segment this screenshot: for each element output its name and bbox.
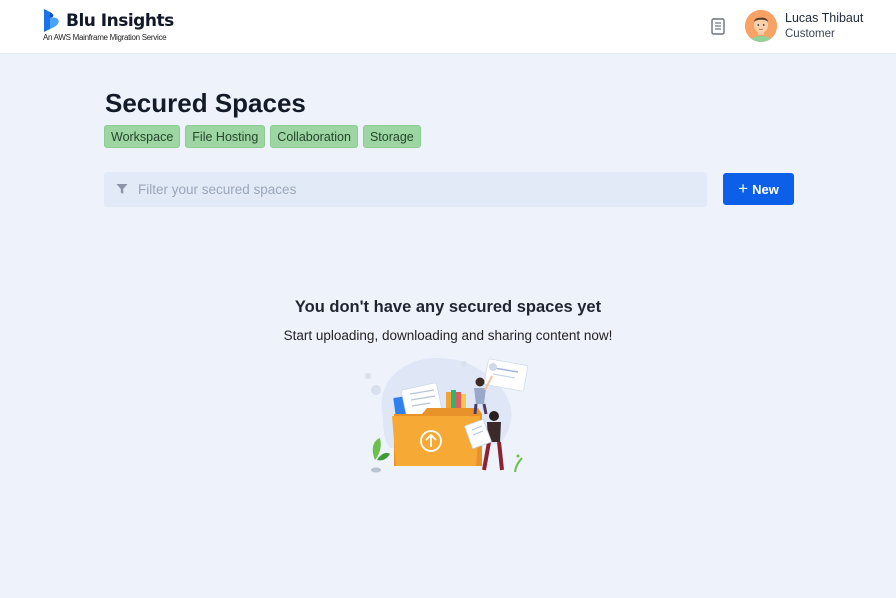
filter-bar	[104, 172, 707, 207]
blu-logo-icon	[44, 9, 59, 32]
brand-title: Blu Insights	[66, 11, 174, 31]
user-name[interactable]: Lucas Thibaut	[785, 11, 863, 25]
filter-icon	[116, 184, 128, 194]
brand-subtitle: An AWS Mainframe Migration Service	[43, 33, 167, 42]
empty-state-title: You don't have any secured spaces yet	[294, 298, 602, 316]
page-title: Secured Spaces	[105, 88, 306, 118]
filter-input[interactable]	[138, 172, 698, 207]
brand-logo[interactable]: Blu Insights An AWS Mainframe Migration …	[42, 9, 192, 45]
plus-icon: +	[738, 178, 749, 198]
avatar-icon	[745, 10, 777, 42]
tag-storage: Storage	[362, 125, 421, 148]
folder-upload-illustration	[365, 357, 529, 473]
empty-state-subtitle: Start uploading, downloading and sharing…	[283, 328, 613, 343]
user-avatar[interactable]	[745, 10, 777, 42]
tag-list: Workspace File Hosting Collaboration Sto…	[104, 125, 421, 148]
new-button[interactable]: + New	[723, 173, 794, 205]
tag-workspace: Workspace	[104, 125, 181, 148]
user-role: Customer	[785, 28, 835, 40]
top-navbar: Blu Insights An AWS Mainframe Migration …	[0, 0, 896, 54]
book-icon[interactable]	[711, 18, 726, 35]
tag-file-hosting: File Hosting	[185, 125, 266, 148]
new-button-label: New	[752, 181, 779, 197]
tag-collaboration: Collaboration	[270, 125, 358, 148]
